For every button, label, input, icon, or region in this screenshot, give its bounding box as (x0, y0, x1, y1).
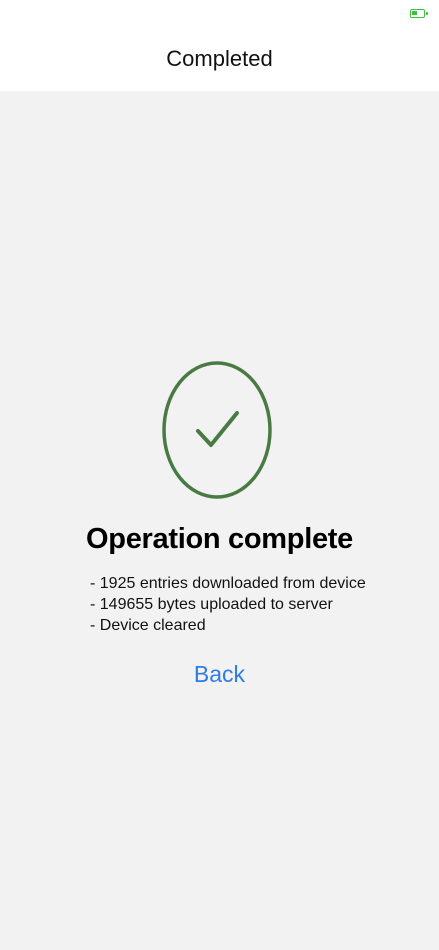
detail-device-cleared: - Device cleared (90, 617, 206, 634)
back-button[interactable]: Back (0, 661, 439, 688)
status-bar (0, 0, 439, 28)
detail-entries-downloaded: - 1925 entries downloaded from device (90, 575, 366, 592)
page-title: Completed (166, 45, 273, 71)
battery-icon (410, 9, 428, 18)
navigation-bar: Completed (0, 28, 439, 91)
detail-bytes-uploaded: - 149655 bytes uploaded to server (90, 596, 333, 613)
operation-status-heading: Operation complete (86, 523, 353, 555)
operation-details-list: - 1925 entries downloaded from device - … (90, 573, 410, 636)
screen: Completed Operation complete - 1925 entr… (0, 0, 439, 950)
content-area: Operation complete - 1925 entries downlo… (0, 91, 439, 950)
checkmark-circle-icon (162, 361, 272, 499)
